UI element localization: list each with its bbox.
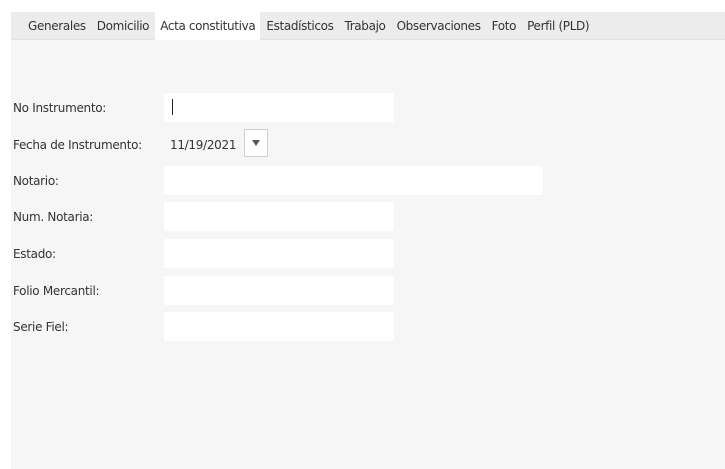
acta-constitutiva-panel: Generales Domicilio Acta constitutiva Es… [11, 12, 725, 469]
text-caret [172, 99, 173, 115]
tab-domicilio[interactable]: Domicilio [92, 12, 154, 39]
tab-acta-constitutiva[interactable]: Acta constitutiva [155, 12, 261, 40]
tab-observaciones[interactable]: Observaciones [392, 12, 486, 39]
num-notaria-label: Num. Notaria: [13, 210, 94, 224]
folio-mercantil-label: Folio Mercantil: [13, 284, 100, 298]
tab-generales[interactable]: Generales [23, 12, 91, 39]
tab-trabajo[interactable]: Trabajo [340, 12, 391, 39]
tab-perfil-pld[interactable]: Perfil (PLD) [522, 12, 594, 39]
triangle-down-icon [252, 140, 260, 146]
estado-input[interactable] [164, 239, 394, 268]
no-instrumento-label: No Instrumento: [13, 101, 107, 115]
fecha-instrumento-value[interactable]: 11/19/2021 [170, 138, 236, 152]
fecha-instrumento-dropdown-button[interactable] [244, 129, 268, 157]
serie-fiel-input[interactable] [164, 312, 394, 341]
estado-label: Estado: [13, 247, 56, 261]
tab-foto[interactable]: Foto [487, 12, 521, 39]
serie-fiel-label: Serie Fiel: [13, 320, 69, 334]
notario-label: Notario: [13, 174, 59, 188]
num-notaria-input[interactable] [164, 202, 394, 231]
fecha-instrumento-label: Fecha de Instrumento: [13, 138, 142, 152]
folio-mercantil-input[interactable] [164, 276, 394, 305]
no-instrumento-input[interactable] [164, 93, 394, 122]
tab-estadisticos[interactable]: Estadísticos [261, 12, 338, 39]
notario-input[interactable] [164, 166, 543, 195]
tab-bar: Generales Domicilio Acta constitutiva Es… [11, 12, 725, 40]
